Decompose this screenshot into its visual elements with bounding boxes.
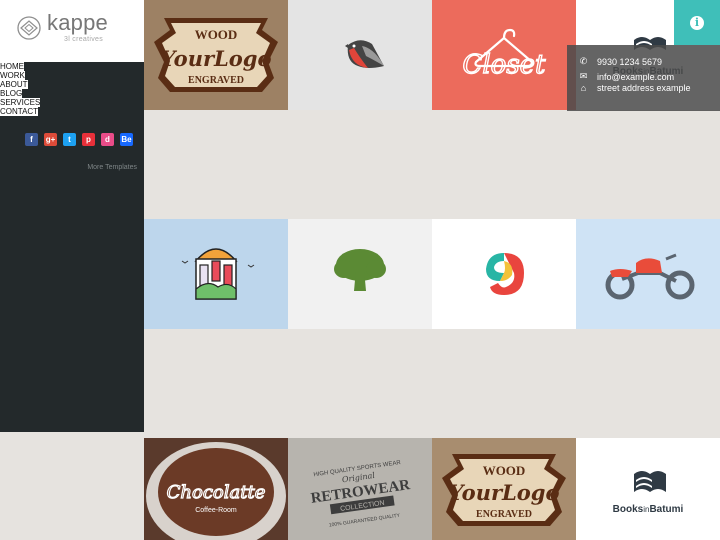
- wood-logo-text: YourLogo: [161, 46, 272, 71]
- portfolio-tile-letter-g[interactable]: [432, 219, 576, 329]
- books-stack-icon-2: [634, 471, 666, 492]
- portfolio-tile-chocolatte[interactable]: Chocolatte Coffee-Room: [144, 438, 288, 540]
- google-plus-icon[interactable]: g+: [44, 133, 57, 146]
- portfolio-tile-wood-logo-2[interactable]: WOOD YourLogo ENGRAVED: [432, 438, 576, 540]
- contact-email[interactable]: info@example.com: [597, 72, 674, 82]
- portfolio-tile-retrowear[interactable]: HIGH QUALITY SPORTS WEAR Original RETROW…: [288, 438, 432, 540]
- portfolio-tile-books-batumi-2[interactable]: BooksinBatumi: [576, 438, 720, 540]
- logo-mark-icon: [17, 16, 41, 40]
- home-icon: ⌂: [580, 83, 587, 93]
- facebook-icon[interactable]: f: [25, 133, 38, 146]
- pinterest-icon[interactable]: p: [82, 133, 95, 146]
- brand-tagline: 3l creatives: [64, 36, 104, 43]
- dribbble-icon[interactable]: d: [101, 133, 114, 146]
- portfolio-tile-tree[interactable]: [288, 219, 432, 329]
- main-nav: HOME WORK ABOUT BLOG SERVICES CONTACT: [0, 62, 41, 116]
- contact-address-row: ⌂ street address example: [579, 83, 691, 93]
- portfolio-tile-closet[interactable]: Closet: [432, 0, 576, 110]
- books-batumi-name-2: BooksinBatumi: [613, 504, 684, 515]
- portfolio-tile-castle[interactable]: [144, 219, 288, 329]
- wood-bottom-text: ENGRAVED: [188, 75, 244, 86]
- more-templates-link[interactable]: More Templates: [87, 164, 137, 171]
- wood-top-text-2: WOOD: [483, 463, 526, 478]
- brand-name: kappe: [47, 10, 108, 35]
- behance-icon[interactable]: Be: [120, 133, 133, 146]
- envelope-icon: ✉: [579, 71, 588, 81]
- contact-phone[interactable]: 9930 1234 5679: [597, 57, 662, 67]
- phone-icon: ✆: [579, 56, 588, 66]
- info-icon: i: [690, 15, 704, 30]
- portfolio-tile-motorcycle[interactable]: [576, 219, 720, 329]
- portfolio-tile-wood-logo[interactable]: WOOD YourLogo ENGRAVED: [144, 0, 288, 110]
- contact-phone-row: ✆ 9930 1234 5679: [579, 56, 662, 67]
- contact-panel: ✆ 9930 1234 5679 ✉ info@example.com ⌂ st…: [567, 45, 720, 111]
- portfolio-tile-bird[interactable]: [288, 0, 432, 110]
- nav-item-contact[interactable]: CONTACT: [0, 107, 39, 116]
- site-logo[interactable]: kappe 3l creatives: [0, 0, 144, 62]
- info-toggle-button[interactable]: i: [674, 0, 720, 45]
- nav-item-services[interactable]: SERVICES: [0, 98, 41, 107]
- sidebar: kappe 3l creatives HOME WORK ABOUT BLOG …: [0, 0, 144, 432]
- twitter-icon[interactable]: t: [63, 133, 76, 146]
- closet-text: Closet: [462, 50, 546, 80]
- contact-address: street address example: [597, 83, 691, 93]
- wood-bottom-text-2: ENGRAVED: [476, 509, 532, 520]
- wood-logo-text-2: YourLogo: [449, 480, 560, 505]
- nav-item-home[interactable]: HOME: [0, 62, 24, 71]
- wood-top-text: WOOD: [195, 27, 238, 42]
- chocolatte-title: Chocolatte: [167, 482, 266, 503]
- nav-item-about[interactable]: ABOUT: [0, 80, 28, 89]
- contact-email-row: ✉ info@example.com: [579, 71, 674, 82]
- social-links: f g+ t p d Be: [25, 133, 133, 146]
- nav-item-work[interactable]: WORK: [0, 71, 25, 80]
- nav-item-blog[interactable]: BLOG: [0, 89, 23, 98]
- chocolatte-subtitle: Coffee-Room: [195, 507, 237, 514]
